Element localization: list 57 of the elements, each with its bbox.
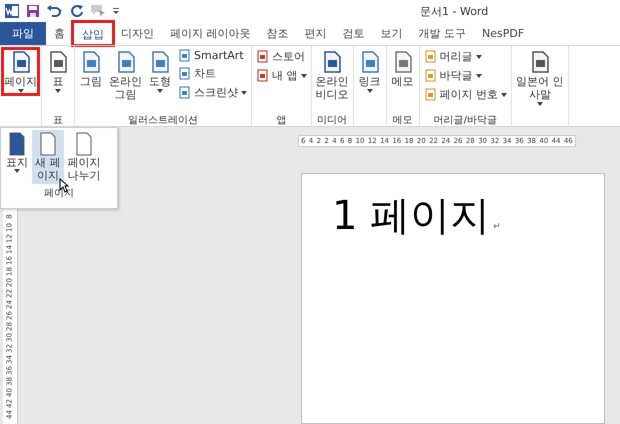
- small-document-icon: [424, 69, 436, 82]
- ribbon-button[interactable]: 일본어 인 사말: [514, 48, 566, 108]
- word-logo-icon: [4, 3, 20, 19]
- group-label: 일러스트레이션: [127, 114, 199, 126]
- redo-icon[interactable]: [70, 4, 84, 18]
- menu-item[interactable]: 페이지 나누기: [64, 130, 104, 184]
- small-document-icon: [424, 88, 436, 101]
- page-icon: [76, 132, 92, 156]
- ribbon-button[interactable]: 온라인 그림: [107, 48, 144, 103]
- group-label: 미디어: [316, 114, 348, 126]
- ribbon-button[interactable]: 바닥글: [422, 67, 509, 84]
- customize-caret-icon[interactable]: [112, 6, 120, 16]
- undo-icon[interactable]: [46, 4, 64, 18]
- ribbon-button[interactable]: 스크린샷: [176, 84, 249, 101]
- ribbon-button[interactable]: 페이지 번호: [422, 86, 509, 103]
- page-icon: [40, 132, 56, 156]
- group-label: 메모: [392, 114, 414, 126]
- ribbon-button[interactable]: SmartArt: [176, 48, 249, 63]
- page-icon: [9, 132, 25, 156]
- small-document-icon: [256, 69, 269, 82]
- ribbon-tab[interactable]: NesPDF: [474, 22, 532, 45]
- document-text: 1 페이지: [332, 192, 490, 240]
- small-document-icon: [178, 67, 191, 80]
- small-document-icon: [256, 50, 269, 63]
- menu-item[interactable]: 새 페 이지: [32, 130, 64, 184]
- ribbon-button[interactable]: 내 앱: [254, 67, 308, 84]
- ribbon-tab[interactable]: 삽입: [73, 22, 113, 45]
- window-title: 문서1 - Word: [420, 4, 488, 19]
- small-document-icon: [178, 86, 191, 99]
- save-icon[interactable]: [26, 4, 40, 18]
- ribbon-tab[interactable]: 파일: [0, 22, 46, 45]
- group-label: 표: [52, 114, 64, 126]
- small-document-icon: [424, 50, 436, 63]
- paragraph-mark: ↵: [493, 222, 501, 232]
- small-document-icon: [178, 49, 191, 62]
- ribbon-button[interactable]: 차트: [176, 65, 249, 82]
- ribbon-tab[interactable]: 검토: [334, 22, 372, 45]
- ribbon-button[interactable]: 표: [44, 48, 72, 95]
- comment-icon[interactable]: [90, 4, 106, 18]
- ribbon-tab[interactable]: 개발 도구: [410, 22, 474, 45]
- ribbon-tab[interactable]: 편지: [296, 22, 334, 45]
- ribbon-button[interactable]: 페이지: [2, 48, 39, 95]
- ribbon-button[interactable]: 링크: [356, 48, 384, 95]
- ribbon-tab[interactable]: 보기: [372, 22, 410, 45]
- group-label: 앱: [275, 114, 288, 126]
- ribbon-button[interactable]: 머리글: [422, 48, 509, 65]
- menu-group-label: 페이지: [43, 187, 75, 200]
- ribbon-button[interactable]: 스토어: [254, 48, 308, 65]
- ribbon-tab[interactable]: 디자인: [113, 22, 162, 45]
- ribbon-button[interactable]: 도형: [146, 48, 174, 95]
- ribbon-button[interactable]: 그림: [77, 48, 105, 90]
- ribbon-button[interactable]: 온라인 비디오: [314, 48, 350, 103]
- group-label: 머리글/바닥글: [432, 114, 498, 126]
- ribbon-tab[interactable]: 페이지 레이아웃: [162, 22, 258, 45]
- ribbon-button[interactable]: 메모: [388, 48, 416, 90]
- ribbon-tab[interactable]: 참조: [258, 22, 296, 45]
- ribbon-tab[interactable]: 홈: [46, 22, 73, 45]
